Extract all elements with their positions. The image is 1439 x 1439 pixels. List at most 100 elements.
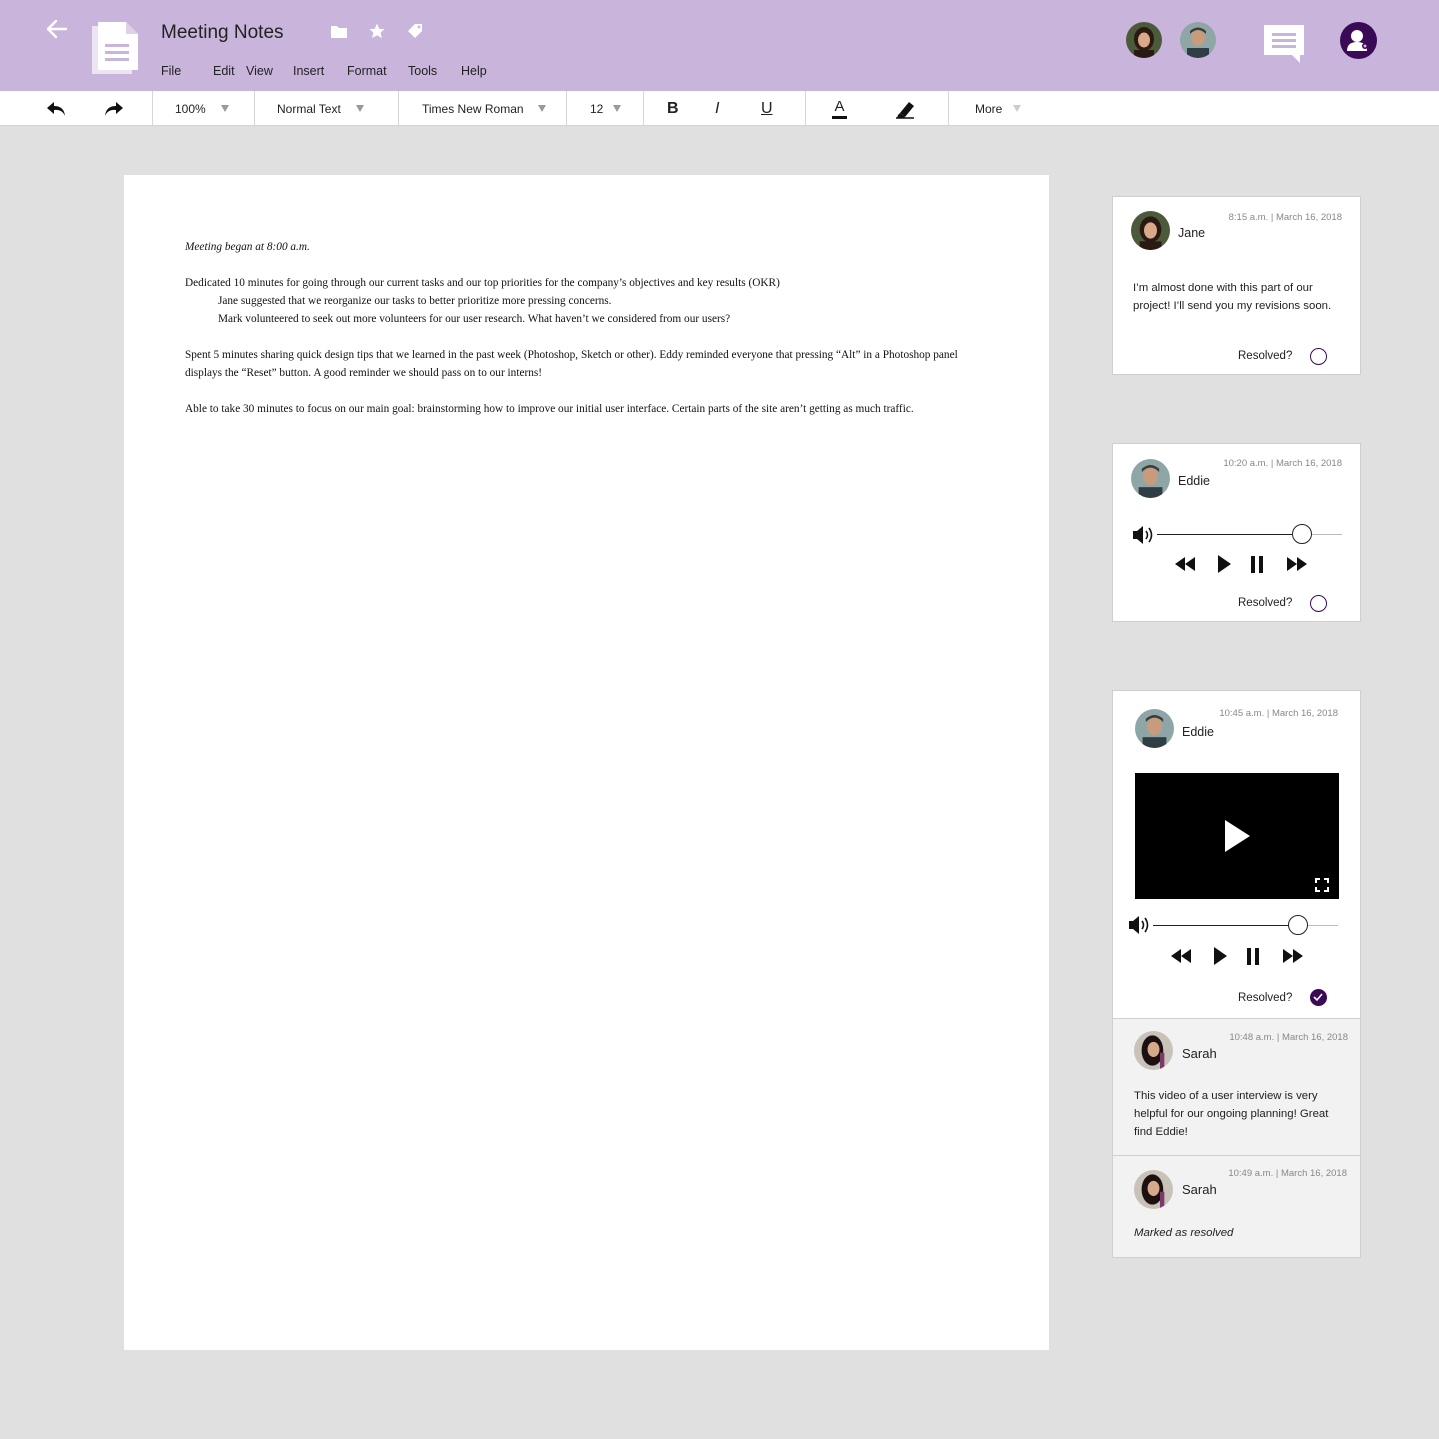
menu-help[interactable]: Help [461, 64, 487, 78]
comment-author: Eddie [1182, 725, 1214, 739]
comment-card: Jane 8:15 a.m. | March 16, 2018 I’m almo… [1112, 196, 1361, 375]
account-icon[interactable] [1340, 22, 1377, 59]
reply-card: Sarah 10:49 a.m. | March 16, 2018 Marked… [1112, 1155, 1361, 1258]
doc-paragraph[interactable]: Meeting began at 8:00 a.m. [185, 238, 995, 256]
folder-icon[interactable] [330, 22, 348, 40]
audio-progress-thumb[interactable] [1292, 524, 1312, 544]
menu-format[interactable]: Format [347, 64, 408, 78]
toolbar-divider [152, 91, 153, 126]
menu-file[interactable]: File [161, 64, 213, 78]
doc-line[interactable]: Dedicated 10 minutes for going through o… [185, 277, 780, 289]
play-icon[interactable] [1217, 555, 1231, 573]
undo-icon[interactable] [44, 91, 68, 126]
text-style-select[interactable]: Normal Text [277, 91, 364, 126]
reply-text: This video of a user interview is very h… [1134, 1090, 1329, 1138]
menu-insert[interactable]: Insert [293, 64, 347, 78]
doc-paragraph[interactable]: Able to take 30 minutes to focus on our … [185, 400, 995, 418]
menu-edit[interactable]: Edit [213, 64, 246, 78]
font-family-value: Times New Roman [422, 101, 524, 116]
video-progress-track[interactable] [1153, 925, 1298, 926]
toolbar-divider [805, 91, 806, 126]
play-icon[interactable] [1213, 947, 1227, 965]
back-arrow-icon[interactable] [44, 16, 70, 42]
comment-author: Eddie [1178, 474, 1210, 488]
redo-icon[interactable] [102, 91, 126, 126]
app-header: Meeting Notes File Edit View Insert Form… [0, 0, 1439, 91]
formatting-toolbar: 100% Normal Text Times New Roman 12 B I … [0, 91, 1439, 126]
toolbar-divider [566, 91, 567, 126]
doc-paragraph[interactable]: Spent 5 minutes sharing quick design tip… [185, 346, 995, 382]
toolbar-divider [254, 91, 255, 126]
comment-timestamp: 8:15 a.m. | March 16, 2018 [1228, 212, 1342, 223]
text-color-letter: A [834, 97, 845, 115]
reply-card: Sarah 10:48 a.m. | March 16, 2018 This v… [1112, 1018, 1361, 1156]
comment-author: Jane [1178, 226, 1206, 240]
video-comment-card: Eddie 10:45 a.m. | March 16, 2018 Resolv… [1112, 690, 1361, 1020]
chevron-down-icon [355, 105, 364, 112]
resolved-checkbox[interactable] [1310, 348, 1327, 365]
volume-icon[interactable] [1132, 525, 1158, 545]
resolved-checkbox-checked[interactable] [1310, 989, 1327, 1006]
font-size-select[interactable]: 12 [590, 91, 622, 126]
volume-icon[interactable] [1128, 915, 1154, 935]
highlighter-icon[interactable] [894, 91, 916, 126]
menu-bar: File Edit View Insert Format Tools Help [161, 64, 487, 78]
comment-timestamp: 10:45 a.m. | March 16, 2018 [1219, 708, 1338, 719]
star-icon[interactable] [368, 22, 386, 40]
toolbar-divider [398, 91, 399, 126]
reply-author: Sarah [1182, 1182, 1217, 1197]
fast-forward-icon[interactable] [1283, 949, 1303, 963]
rewind-icon[interactable] [1175, 557, 1195, 571]
video-play-icon[interactable] [1224, 820, 1250, 852]
text-style-value: Normal Text [277, 101, 341, 116]
comment-timestamp: 10:20 a.m. | March 16, 2018 [1223, 458, 1342, 469]
resolved-label: Resolved? [1238, 992, 1293, 1004]
chevron-down-icon [537, 105, 546, 112]
video-player[interactable] [1135, 773, 1339, 899]
doc-paragraph[interactable]: Dedicated 10 minutes for going through o… [185, 274, 995, 328]
avatar [1131, 211, 1170, 250]
chevron-down-icon [1013, 105, 1022, 112]
italic-button[interactable]: I [715, 91, 719, 126]
tag-icon[interactable] [406, 22, 424, 40]
menu-view[interactable]: View [246, 64, 293, 78]
collaborator-avatar-jane[interactable] [1126, 22, 1162, 58]
more-menu[interactable]: More [975, 91, 1022, 126]
zoom-select[interactable]: 100% [175, 91, 229, 126]
reply-text: Marked as resolved [1134, 1227, 1234, 1239]
text-color-swatch [832, 115, 847, 119]
rewind-icon[interactable] [1171, 949, 1191, 963]
doc-indented-line[interactable]: Jane suggested that we reorganize our ta… [185, 295, 611, 307]
avatar [1134, 1170, 1173, 1209]
chat-icon[interactable] [1262, 23, 1306, 63]
video-progress-thumb[interactable] [1288, 915, 1308, 935]
document-icon [92, 22, 138, 74]
reply-author: Sarah [1182, 1046, 1217, 1061]
avatar [1134, 1031, 1173, 1070]
font-family-select[interactable]: Times New Roman [422, 91, 546, 126]
pause-icon[interactable] [1250, 556, 1264, 573]
resolved-label: Resolved? [1238, 597, 1293, 609]
zoom-value: 100% [175, 101, 206, 116]
toolbar-divider [948, 91, 949, 126]
text-color-button[interactable]: A [832, 91, 847, 126]
fullscreen-icon[interactable] [1315, 878, 1329, 892]
collaborator-avatar-eddie[interactable] [1180, 22, 1216, 58]
chevron-down-icon [220, 105, 229, 112]
fast-forward-icon[interactable] [1287, 557, 1307, 571]
avatar [1131, 459, 1170, 498]
underline-button[interactable]: U [761, 91, 773, 126]
audio-comment-card: Eddie 10:20 a.m. | March 16, 2018 Resolv… [1112, 443, 1361, 622]
resolved-checkbox[interactable] [1310, 595, 1327, 612]
pause-icon[interactable] [1246, 948, 1260, 965]
document-body[interactable]: Meeting began at 8:00 a.m. Dedicated 10 … [185, 238, 995, 436]
document-title[interactable]: Meeting Notes [161, 22, 284, 44]
checkmark-icon [1313, 993, 1323, 1002]
avatar [1135, 709, 1174, 748]
toolbar-divider [643, 91, 644, 126]
bold-button[interactable]: B [667, 91, 679, 126]
menu-tools[interactable]: Tools [408, 64, 461, 78]
doc-indented-line[interactable]: Mark volunteered to seek out more volunt… [185, 313, 730, 325]
audio-progress-track[interactable] [1157, 534, 1302, 535]
document-page[interactable]: Meeting began at 8:00 a.m. Dedicated 10 … [124, 175, 1049, 1350]
